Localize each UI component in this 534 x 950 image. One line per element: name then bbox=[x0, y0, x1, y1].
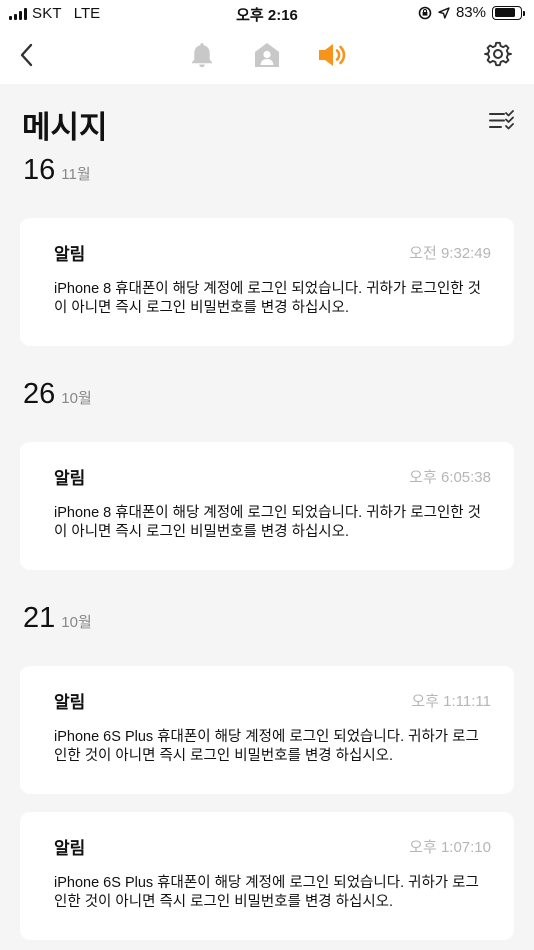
date-header: 16 11월 bbox=[20, 154, 514, 198]
message-time: 오후 1:11:11 bbox=[411, 693, 491, 710]
message-time: 오전 9:32:49 bbox=[409, 245, 491, 262]
message-title: 알림 bbox=[54, 693, 86, 712]
home-user-icon bbox=[255, 43, 279, 67]
status-right: 83% bbox=[418, 4, 525, 21]
announcement-tab-button[interactable] bbox=[315, 38, 349, 72]
date-month: 10월 bbox=[61, 614, 92, 631]
battery-fill bbox=[494, 8, 516, 17]
message-card[interactable]: 알림 오후 1:11:11 iPhone 6S Plus 휴대폰이 해당 계정에… bbox=[20, 666, 514, 794]
date-day: 21 bbox=[23, 602, 56, 634]
message-body: iPhone 8 휴대폰이 해당 계정에 로그인 되었습니다. 귀하가 로그인한… bbox=[54, 281, 481, 316]
message-header: 알림 오전 9:32:49 bbox=[54, 240, 491, 265]
message-title: 알림 bbox=[54, 245, 86, 264]
rotation-lock-icon bbox=[418, 6, 432, 19]
date-group: 21 10월 알림 오후 1:11:11 iPhone 6S Plus 휴대폰이… bbox=[20, 602, 514, 940]
message-body: iPhone 8 휴대폰이 해당 계정에 로그인 되었습니다. 귀하가 로그인한… bbox=[54, 505, 481, 540]
page-title: 메시지 bbox=[22, 110, 108, 145]
speaker-icon bbox=[319, 44, 346, 66]
nav-bar bbox=[0, 28, 534, 84]
location-arrow-icon bbox=[438, 6, 450, 19]
date-header: 26 10월 bbox=[20, 378, 514, 422]
message-body: iPhone 6S Plus 휴대폰이 해당 계정에 로그인 되었습니다. 귀하… bbox=[54, 875, 479, 910]
message-title: 알림 bbox=[54, 839, 86, 858]
list-check-icon bbox=[489, 110, 514, 130]
back-button[interactable] bbox=[10, 38, 44, 72]
top-area: SKT LTE 오후 2:16 83% bbox=[0, 0, 534, 84]
message-card[interactable]: 알림 오후 6:05:38 iPhone 8 휴대폰이 해당 계정에 로그인 되… bbox=[20, 442, 514, 570]
settings-button[interactable] bbox=[481, 38, 515, 72]
bell-icon bbox=[192, 43, 212, 68]
message-header: 알림 오후 1:11:11 bbox=[54, 688, 491, 713]
main-content: 메시지 16 11월 알림 오전 9:32:49 iPhone 8 휴대폰이 해… bbox=[0, 84, 534, 940]
filter-button[interactable] bbox=[488, 109, 516, 133]
battery-icon bbox=[492, 5, 525, 20]
message-title: 알림 bbox=[54, 469, 86, 488]
message-time: 오후 1:07:10 bbox=[409, 839, 491, 856]
message-card[interactable]: 알림 오후 1:07:10 iPhone 6S Plus 휴대폰이 해당 계정에… bbox=[20, 812, 514, 940]
date-group: 16 11월 알림 오전 9:32:49 iPhone 8 휴대폰이 해당 계정… bbox=[20, 154, 514, 346]
gear-icon bbox=[484, 41, 512, 67]
date-month: 10월 bbox=[61, 390, 92, 407]
battery-percent: 83% bbox=[455, 4, 486, 21]
message-header: 알림 오후 1:07:10 bbox=[54, 834, 491, 859]
back-chevron-icon bbox=[20, 43, 33, 67]
date-group: 26 10월 알림 오후 6:05:38 iPhone 8 휴대폰이 해당 계정… bbox=[20, 378, 514, 570]
date-header: 21 10월 bbox=[20, 602, 514, 646]
message-body: iPhone 6S Plus 휴대폰이 해당 계정에 로그인 되었습니다. 귀하… bbox=[54, 729, 479, 764]
account-tab-button[interactable] bbox=[250, 38, 284, 72]
page-header: 메시지 bbox=[20, 84, 514, 154]
date-month: 11월 bbox=[61, 166, 91, 183]
notification-tab-button[interactable] bbox=[185, 38, 219, 72]
message-card[interactable]: 알림 오전 9:32:49 iPhone 8 휴대폰이 해당 계정에 로그인 되… bbox=[20, 218, 514, 346]
status-bar: SKT LTE 오후 2:16 83% bbox=[0, 0, 534, 28]
date-day: 26 bbox=[23, 378, 56, 410]
date-day: 16 bbox=[23, 154, 56, 186]
message-header: 알림 오후 6:05:38 bbox=[54, 464, 491, 489]
message-time: 오후 6:05:38 bbox=[409, 469, 491, 486]
